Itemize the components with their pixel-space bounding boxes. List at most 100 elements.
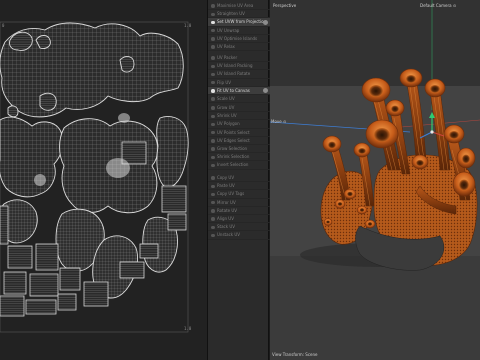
tool-item-3-4[interactable]: UV Points Select [208, 129, 270, 137]
tool-item-4-5[interactable]: Rotate UV [208, 207, 270, 215]
tool-options-icon[interactable] [263, 19, 268, 25]
tool-icon [211, 122, 215, 127]
tool-item-1-5[interactable]: UV Optimise Islands [208, 35, 270, 43]
tool-item-3-3[interactable]: UV Polygon [208, 120, 270, 129]
tool-icon [211, 37, 215, 41]
tool-label: UV Island Packing [217, 63, 253, 69]
tool-item-3-6[interactable]: Grow Selection [208, 145, 270, 154]
viewport-view-name[interactable]: Perspective [273, 3, 296, 8]
tool-label: Copy UV Tags [217, 191, 245, 197]
tool-item-3-7[interactable]: Shrink Selection [208, 153, 270, 162]
uv-strip-island [3, 271, 27, 295]
tool-item-4-4[interactable]: Mirror UV [208, 199, 270, 207]
tool-icon [211, 56, 215, 60]
tool-group-1: Maximise UV Area Straighten UV Set UVW fro… [208, 2, 270, 52]
tool-icon [211, 155, 215, 160]
tool-item-1-4[interactable]: UV Unwrap [208, 27, 270, 35]
uv-strip-island [119, 261, 145, 279]
tool-label: Set UVW from Projection [217, 19, 267, 25]
uv-island [0, 116, 64, 198]
viewport-3d[interactable]: Perspective Default Camera ⊙ Move ⊙ View… [270, 0, 480, 360]
tool-item-2-1[interactable]: UV Packer [208, 54, 270, 63]
uv-corner-top-left: 0 [2, 23, 5, 28]
tool-item-3-1[interactable]: Grow UV [208, 104, 270, 113]
tool-icon [211, 130, 215, 135]
uv-strip-island [139, 243, 159, 259]
tool-label: Invert Selection [217, 162, 249, 168]
tool-item-1-2[interactable]: Straighten UV [208, 10, 270, 19]
tool-label: Flip UV [217, 79, 231, 85]
tool-label: Grow UV [217, 105, 235, 110]
tool-item-4-6[interactable]: Align UV [208, 215, 270, 224]
tool-item-4-1[interactable]: Copy UV [208, 174, 270, 183]
tool-icon [211, 64, 215, 69]
camera-menu-icon[interactable]: ⊙ [453, 3, 456, 8]
uv-corner-top-right: 1.0 [184, 23, 192, 28]
tool-label: Paste UV [217, 183, 235, 189]
tool-icon [211, 139, 215, 143]
viewport-move-label: Move ⊙ [271, 119, 287, 124]
tool-label: UV Relax [217, 43, 235, 49]
uv-island [7, 105, 19, 118]
tool-item-2-5[interactable]: Fit UV to Canvas [208, 86, 270, 95]
uv-strip-island [29, 273, 59, 297]
uv-strip-island [25, 299, 57, 315]
tool-icon [211, 12, 215, 17]
tool-item-3-8[interactable]: Invert Selection [208, 161, 270, 170]
tool-label: UV Points Select [217, 129, 250, 135]
uv-strip-island [83, 281, 109, 307]
uv-strip-island [0, 205, 9, 245]
uv-tools-panel: Maximise UV Area Straighten UV Set UVW fro… [207, 0, 270, 360]
tool-item-2-2[interactable]: UV Island Packing [208, 62, 270, 71]
tool-icon [211, 184, 215, 189]
uv-strip-island [161, 185, 187, 213]
tool-icon [211, 4, 215, 8]
tool-options-icon[interactable] [263, 88, 268, 94]
tool-icon [211, 72, 215, 77]
tool-icon [211, 97, 215, 101]
tool-item-4-8[interactable]: Unstack UV [208, 231, 270, 240]
tool-item-1-1[interactable]: Maximise UV Area [208, 2, 270, 11]
uv-strip-island [7, 245, 33, 269]
uv-editor-panel[interactable]: 0 1.0 1.0 [0, 0, 207, 360]
tool-icon [211, 225, 215, 230]
tool-icon [211, 45, 215, 49]
uv-strip-island [35, 243, 59, 271]
tool-icon [211, 192, 215, 197]
tool-icon [211, 28, 215, 33]
tool-icon [211, 163, 215, 168]
tool-icon [211, 233, 215, 238]
tool-group-3: Grow UV Shrink UV UV Polygon UV Points Sele… [208, 104, 270, 170]
tool-item-2-4[interactable]: Flip UV [208, 79, 270, 87]
tool-group-2: UV Packer UV Island Packing UV Island Rota… [208, 54, 270, 104]
tool-label: UV Packer [217, 55, 238, 60]
uv-strip-island [59, 267, 81, 291]
uv-islands-canvas[interactable] [0, 0, 207, 360]
tool-item-4-7[interactable]: Stack UV [208, 223, 270, 232]
tool-label: UV Island Rotate [217, 71, 251, 77]
tool-label: Mirror UV [217, 199, 236, 205]
tool-label: UV Optimise Islands [217, 35, 258, 41]
tool-label: Rotate UV [217, 207, 238, 213]
tool-icon [211, 147, 215, 151]
tool-item-4-3[interactable]: Copy UV Tags [208, 190, 270, 199]
move-target-icon: ⊙ [283, 119, 287, 124]
tool-label: Maximise UV Area [217, 3, 254, 8]
tool-item-4-2[interactable]: Paste UV [208, 182, 270, 191]
tool-item-2-3[interactable]: UV Island Rotate [208, 70, 270, 79]
tool-item-3-2[interactable]: Shrink UV [208, 112, 270, 121]
uv-island [156, 116, 189, 188]
tool-label: Copy UV [217, 175, 235, 180]
viewport-scene[interactable] [270, 0, 480, 360]
tool-label: Straighten UV [217, 11, 245, 17]
tool-icon [211, 20, 215, 25]
tool-label: Unstack UV [217, 232, 241, 238]
tool-label: Shrink Selection [217, 154, 250, 160]
tool-icon [211, 209, 215, 213]
viewport-camera-name[interactable]: Default Camera ⊙ [420, 3, 456, 8]
tool-item-2-6[interactable]: Scale UV [208, 95, 270, 104]
tool-item-3-5[interactable]: UV Edges Select [208, 137, 270, 145]
tool-item-1-6[interactable]: UV Relax [208, 43, 270, 52]
tool-icon [211, 176, 215, 180]
tool-item-1-3[interactable]: Set UVW from Projection [208, 18, 270, 27]
